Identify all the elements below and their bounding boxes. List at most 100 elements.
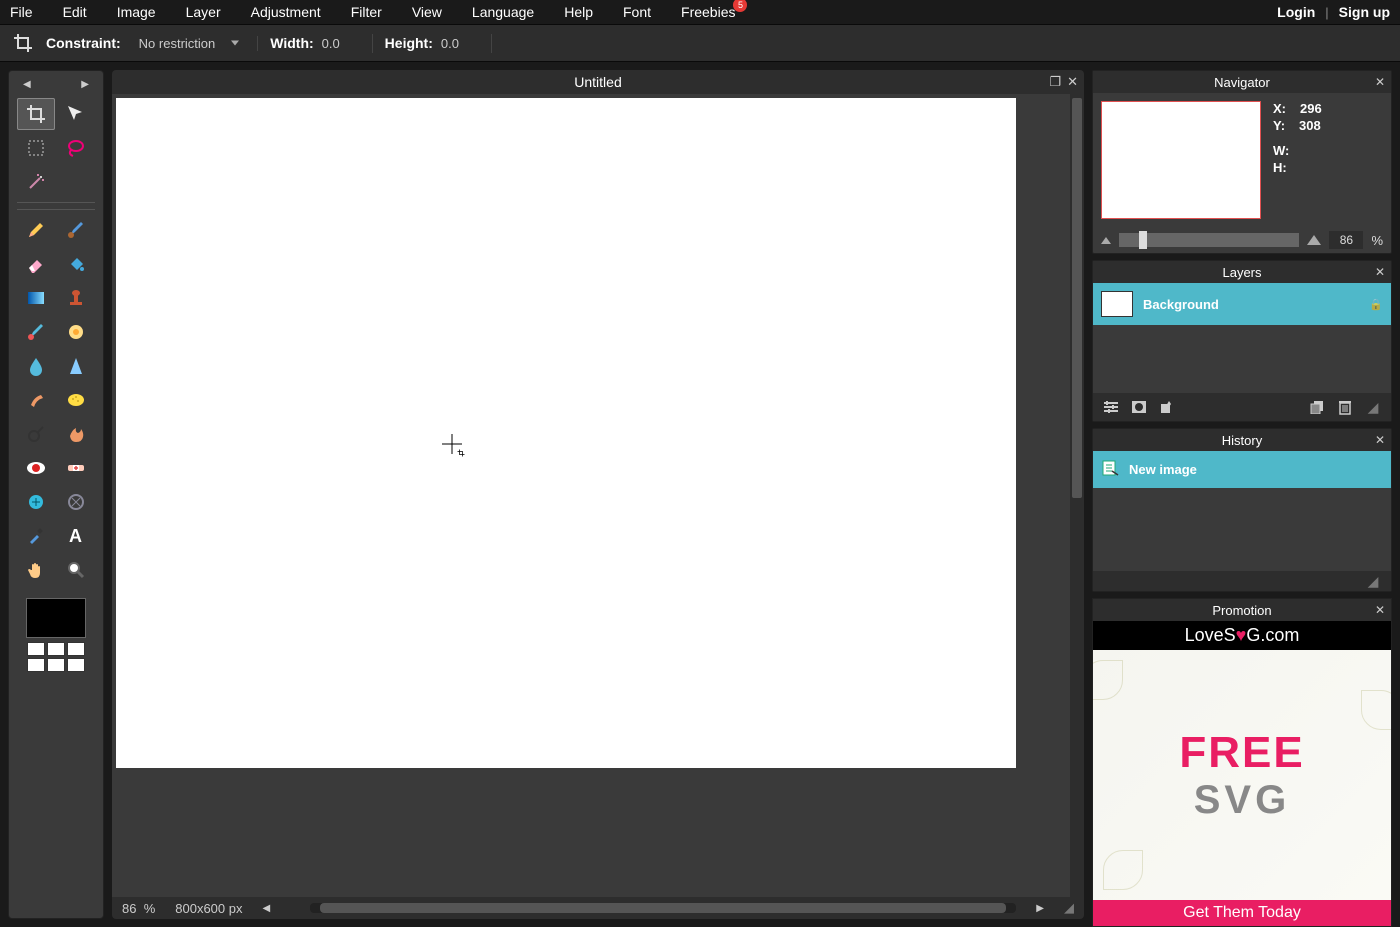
type-tool[interactable]: A [57, 520, 95, 552]
menu-help[interactable]: Help [564, 4, 593, 20]
navigator-thumbnail[interactable] [1101, 101, 1261, 219]
resize-grip-icon[interactable]: ◢ [1363, 571, 1383, 591]
history-panel: History ✕ New image ◢ [1092, 428, 1392, 592]
status-dimensions: 800x600 px [175, 901, 242, 916]
freebies-badge: 5 [733, 0, 747, 12]
signup-link[interactable]: Sign up [1339, 4, 1390, 20]
canvas[interactable] [116, 98, 1016, 768]
zoom-slider[interactable] [1119, 233, 1299, 247]
menu-filter[interactable]: Filter [351, 4, 382, 20]
colorreplace-tool[interactable] [17, 316, 55, 348]
burn-tool[interactable] [57, 418, 95, 450]
swatch[interactable] [67, 642, 85, 656]
stamp-tool[interactable] [57, 282, 95, 314]
resize-grip-icon[interactable]: ◢ [1363, 397, 1383, 417]
gradient-tool[interactable] [17, 282, 55, 314]
layer-new-icon[interactable] [1307, 397, 1327, 417]
bloat-tool[interactable] [17, 486, 55, 518]
crop-tool[interactable] [17, 98, 55, 130]
tools-prev[interactable]: ◀ [23, 79, 31, 90]
hscroll-left[interactable]: ◀ [263, 903, 271, 914]
constraint-select-wrap[interactable]: No restriction [133, 36, 259, 51]
lock-icon[interactable]: 🔒 [1369, 298, 1383, 311]
swatch[interactable] [47, 642, 65, 656]
wand-tool[interactable] [17, 166, 55, 198]
tools-pager: ◀ ▶ [13, 75, 99, 94]
horizontal-scrollbar[interactable] [310, 903, 1016, 913]
layer-item[interactable]: Background 🔒 [1093, 283, 1391, 325]
blur-tool[interactable] [17, 350, 55, 382]
swatch[interactable] [27, 642, 45, 656]
swatch[interactable] [47, 658, 65, 672]
hscroll-right[interactable]: ▶ [1036, 903, 1044, 914]
constraint-select: No restriction [133, 32, 246, 55]
menu-adjustment[interactable]: Adjustment [251, 4, 321, 20]
vertical-scrollbar[interactable] [1070, 94, 1084, 897]
zoom-tool[interactable] [57, 554, 95, 586]
promotion-ad[interactable]: LoveS♥G.com FREE SVG Get Them Today [1093, 621, 1391, 926]
menu-layer[interactable]: Layer [186, 4, 221, 20]
layers-footer: ◢ [1093, 393, 1391, 421]
bucket-tool[interactable] [57, 248, 95, 280]
active-tool-icon [12, 32, 34, 54]
resize-grip-icon[interactable]: ◢ [1064, 900, 1074, 916]
dodge-tool[interactable] [17, 418, 55, 450]
menu-font[interactable]: Font [623, 4, 651, 20]
document-title: Untitled [574, 74, 621, 90]
document-icon [1101, 459, 1119, 480]
hand-tool[interactable] [17, 554, 55, 586]
redeye-tool[interactable] [17, 452, 55, 484]
width-input[interactable] [320, 34, 360, 53]
menu-image[interactable]: Image [117, 4, 156, 20]
zoom-value[interactable]: 86 [1329, 231, 1363, 249]
layer-settings-icon[interactable] [1101, 397, 1121, 417]
smudge-tool[interactable] [17, 384, 55, 416]
history-item[interactable]: New image [1093, 451, 1391, 488]
layers-close[interactable]: ✕ [1375, 265, 1385, 279]
navigator-close[interactable]: ✕ [1375, 75, 1385, 89]
picker-tool[interactable] [17, 520, 55, 552]
canvas-viewport[interactable] [112, 94, 1084, 897]
drawing-tool[interactable] [57, 316, 95, 348]
history-name: New image [1129, 462, 1197, 477]
pencil-tool[interactable] [17, 214, 55, 246]
promo-line2: SVG [1194, 778, 1290, 823]
history-list: New image [1093, 451, 1391, 571]
promotion-title: Promotion [1212, 603, 1271, 618]
menu-view[interactable]: View [412, 4, 442, 20]
history-close[interactable]: ✕ [1375, 433, 1385, 447]
heal-tool[interactable] [57, 452, 95, 484]
window-close-icon[interactable]: ✕ [1067, 74, 1078, 90]
promo-cta: Get Them Today [1093, 900, 1391, 926]
history-title: History [1222, 433, 1262, 448]
layer-delete-icon[interactable] [1335, 397, 1355, 417]
promotion-close[interactable]: ✕ [1375, 603, 1385, 617]
layer-mask-icon[interactable] [1129, 397, 1149, 417]
zoom-out-icon[interactable] [1101, 237, 1111, 244]
foreground-color[interactable] [26, 598, 86, 638]
zoom-in-icon[interactable] [1307, 235, 1321, 245]
layer-styles-icon[interactable] [1157, 397, 1177, 417]
window-restore-icon[interactable]: ❐ [1049, 74, 1061, 90]
navigator-coords: X:296 Y:308 W: H: [1273, 101, 1322, 219]
move-tool[interactable] [57, 98, 95, 130]
sharpen-tool[interactable] [57, 350, 95, 382]
marquee-tool[interactable] [17, 132, 55, 164]
tools-next[interactable]: ▶ [81, 79, 89, 90]
menu-freebies[interactable]: Freebies5 [681, 4, 735, 20]
sponge-tool[interactable] [57, 384, 95, 416]
menu-edit[interactable]: Edit [63, 4, 87, 20]
swatch[interactable] [27, 658, 45, 672]
login-link[interactable]: Login [1277, 4, 1315, 20]
height-input[interactable] [439, 34, 479, 53]
promo-line1: FREE [1179, 728, 1304, 778]
menubar-left: File Edit Image Layer Adjustment Filter … [10, 4, 735, 20]
menu-file[interactable]: File [10, 4, 33, 20]
eraser-tool[interactable] [17, 248, 55, 280]
promo-brand: LoveS♥G.com [1093, 621, 1391, 650]
lasso-tool[interactable] [57, 132, 95, 164]
menu-language[interactable]: Language [472, 4, 534, 20]
pinch-tool[interactable] [57, 486, 95, 518]
swatch[interactable] [67, 658, 85, 672]
brush-tool[interactable] [57, 214, 95, 246]
